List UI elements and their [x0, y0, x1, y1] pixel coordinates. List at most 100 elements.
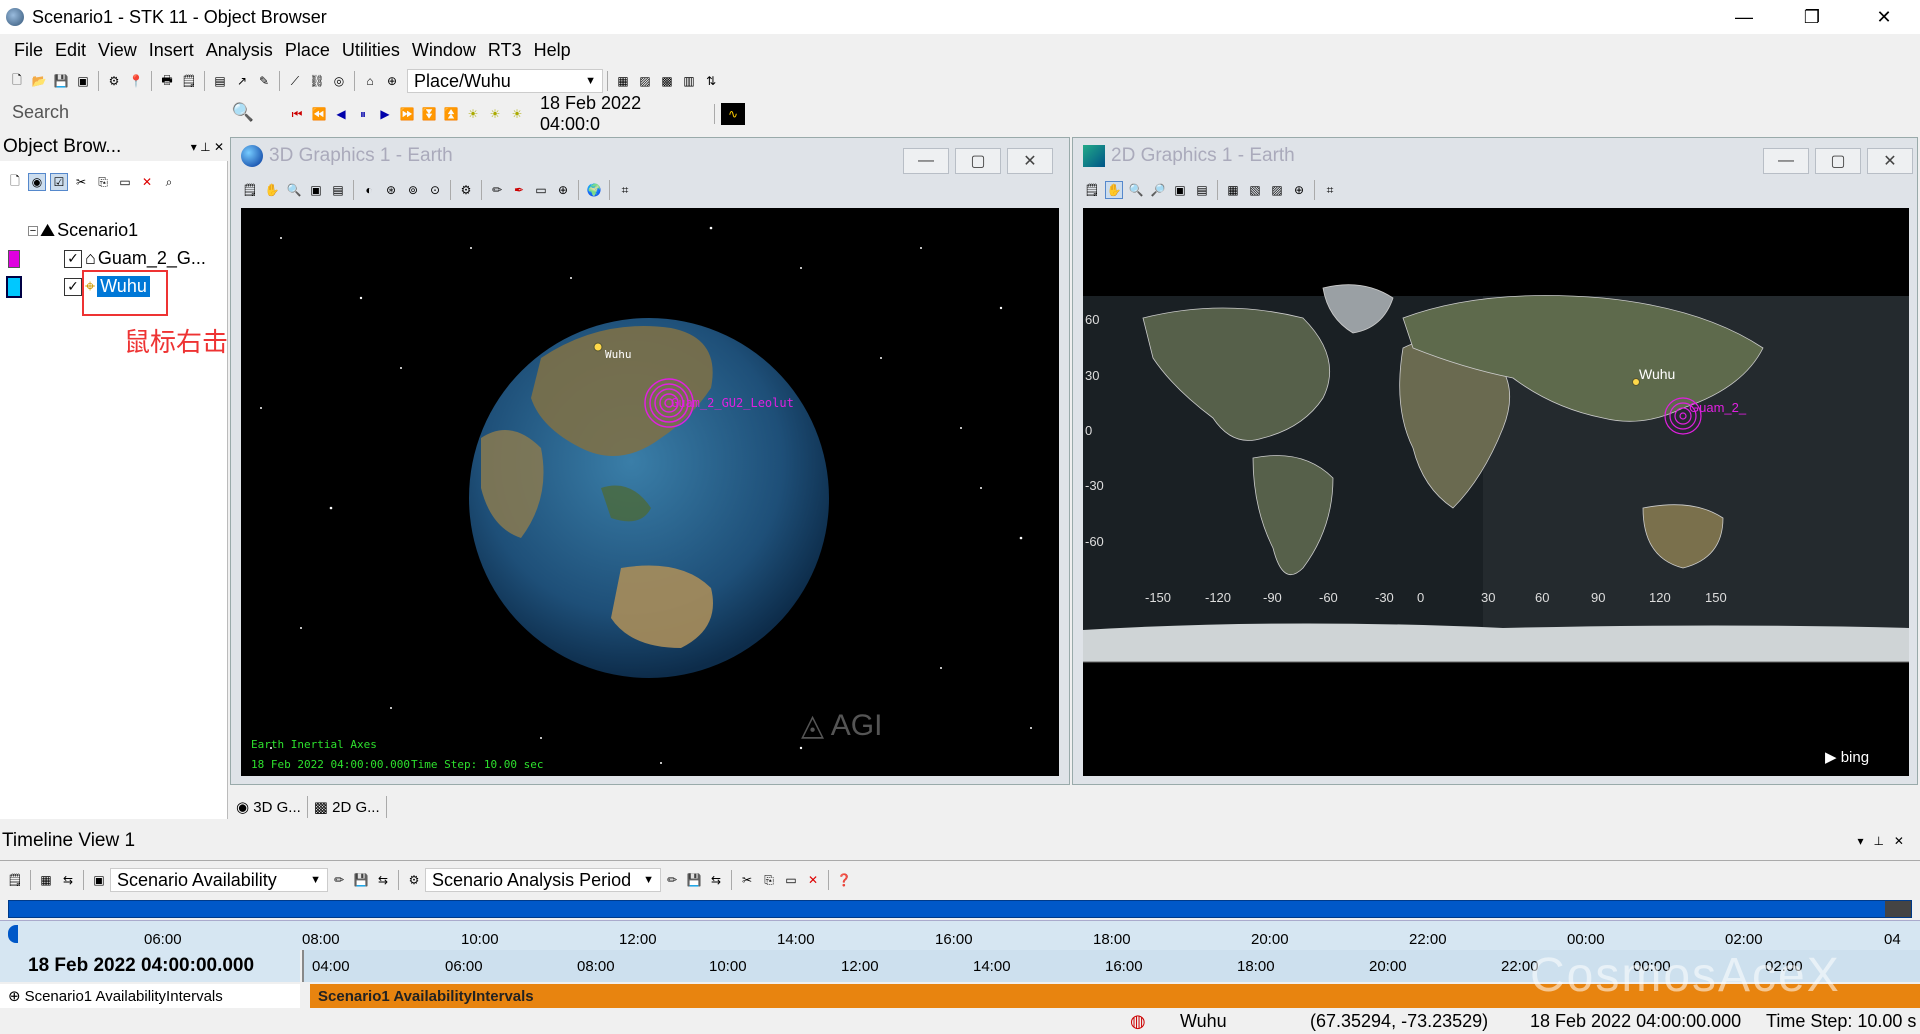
new-scenario-icon[interactable]: 🗋	[8, 72, 26, 90]
pin-pane-icon[interactable]: ▾ ⊥ ✕	[191, 140, 224, 154]
pen-icon[interactable]: ✒	[510, 181, 528, 199]
chart-tool-icon[interactable]: ∿	[721, 103, 745, 125]
record-icon[interactable]: ▤	[329, 181, 347, 199]
open-icon[interactable]: 📂	[30, 72, 48, 90]
timeline-properties-icon[interactable]: 🗒	[6, 871, 24, 889]
timeline-layout-icon[interactable]: ▦	[37, 871, 55, 889]
graphics-3d-close-button[interactable]: ✕	[1007, 148, 1053, 174]
menu-window[interactable]: Window	[412, 40, 476, 61]
properties-2d-icon[interactable]: 🗒	[1083, 181, 1101, 199]
tree-item-guam[interactable]: ✓ ⌂ Guam_2_G...	[64, 248, 206, 269]
graphics-3d-maximize-button[interactable]: ▢	[955, 148, 1001, 174]
camera-icon[interactable]: ⌗	[616, 181, 634, 199]
tab-3d-graphics[interactable]: ◉ 3D G...	[230, 796, 308, 818]
facility-icon[interactable]: ⊕	[383, 72, 401, 90]
timeline-delete-icon[interactable]: ✕	[804, 871, 822, 889]
pause-icon[interactable]: ⏸	[354, 105, 372, 123]
animation-settings-icon[interactable]: ▥	[680, 72, 698, 90]
sort-icon[interactable]: ⇅	[702, 72, 720, 90]
camera-2d-icon[interactable]: ⌗	[1321, 181, 1339, 199]
analysis-period-icon[interactable]: ⚙	[405, 871, 423, 889]
timeline-row-label[interactable]: ⊕ Scenario1 AvailabilityIntervals	[0, 984, 300, 1008]
timeline-paste-icon[interactable]: ▭	[782, 871, 800, 889]
notes-icon[interactable]: 🗒	[180, 72, 198, 90]
maximize-button[interactable]: ❐	[1784, 0, 1840, 34]
pan-icon[interactable]: ✋	[263, 181, 281, 199]
delete-icon[interactable]: ✕	[138, 173, 156, 191]
graphics-2d-viewport[interactable]: 60 30 0 -30 -60 -150 -120 -90 -60 -30 0 …	[1083, 208, 1909, 776]
graphics-2d-maximize-button[interactable]: ▢	[1815, 148, 1861, 174]
graphics-2d-close-button[interactable]: ✕	[1867, 148, 1913, 174]
object-selector-combo[interactable]: Place/Wuhu ▼	[407, 69, 603, 93]
chain-icon[interactable]: ⛓	[308, 72, 326, 90]
timeline-refresh-icon[interactable]: ⇆	[59, 871, 77, 889]
step-back-icon[interactable]: ⏪	[310, 105, 328, 123]
ruler-icon[interactable]: ▭	[532, 181, 550, 199]
coverage-icon[interactable]: ◎	[330, 72, 348, 90]
increase-step-icon[interactable]: ⏫	[442, 105, 460, 123]
collapse-icon[interactable]: −	[28, 225, 38, 237]
map-details-icon[interactable]: ▨	[1268, 181, 1286, 199]
save-icon[interactable]: 💾	[52, 72, 70, 90]
clock-icon[interactable]: ☀	[508, 105, 526, 123]
paste-icon[interactable]: ▭	[116, 173, 134, 191]
reset-icon[interactable]: ⏮	[288, 105, 306, 123]
save-period-icon[interactable]: 💾	[685, 871, 703, 889]
graphics-3d-minimize-button[interactable]: —	[903, 148, 949, 174]
edit-availability-icon[interactable]: ✏	[330, 871, 348, 889]
report-manager-icon[interactable]: ▨	[636, 72, 654, 90]
measure-icon[interactable]: ⚙	[457, 181, 475, 199]
menu-insert[interactable]: Insert	[149, 40, 194, 61]
menu-edit[interactable]: Edit	[55, 40, 86, 61]
aim-icon[interactable]: ⊙	[426, 181, 444, 199]
swap-availability-icon[interactable]: ⇆	[374, 871, 392, 889]
orbit-icon[interactable]: ⊛	[382, 181, 400, 199]
graph-icon[interactable]: ↗	[233, 72, 251, 90]
wuhu-marker[interactable]	[593, 342, 603, 352]
wuhu-checkbox[interactable]: ✓	[64, 277, 82, 296]
search-input[interactable]: Search 🔍	[6, 100, 260, 124]
graphics-2d-minimize-button[interactable]: —	[1763, 148, 1809, 174]
search-icon[interactable]: 🔍	[232, 102, 254, 123]
tools-icon[interactable]: ✎	[255, 72, 273, 90]
pan-2d-icon[interactable]: ✋	[1105, 181, 1123, 199]
play-back-icon[interactable]: ◀	[332, 105, 350, 123]
analysis-period-combo[interactable]: Scenario Analysis Period ▼	[425, 868, 661, 892]
find-icon[interactable]: ⌕	[160, 173, 178, 191]
copy-icon[interactable]: ⎘	[94, 173, 112, 191]
guam-checkbox[interactable]: ✓	[64, 249, 82, 268]
sensor-icon[interactable]: ⊚	[404, 181, 422, 199]
row-expand-icon[interactable]: ⊕	[8, 987, 21, 1005]
timeline-slider-track[interactable]	[8, 900, 1912, 918]
timeline-cut-icon[interactable]: ✂	[738, 871, 756, 889]
menu-place[interactable]: Place	[285, 40, 330, 61]
snapshot-icon[interactable]: ▣	[307, 181, 325, 199]
scenario-time-icon[interactable]: ▦	[614, 72, 632, 90]
realtime-icon[interactable]: ☀	[464, 105, 482, 123]
help-icon[interactable]: ❓	[835, 871, 853, 889]
tree-item-scenario1[interactable]: − ⛰ Scenario1	[28, 220, 138, 241]
current-time-field[interactable]: 18 Feb 2022 04:00:0	[534, 93, 710, 134]
view-from-icon[interactable]: ◐	[360, 181, 378, 199]
availability-icon[interactable]: ▣	[90, 871, 108, 889]
swap-period-icon[interactable]: ⇆	[707, 871, 725, 889]
earth-view-icon[interactable]: 🌍	[585, 181, 603, 199]
cut-icon[interactable]: ✂	[72, 173, 90, 191]
menu-help[interactable]: Help	[534, 40, 571, 61]
minimize-button[interactable]: —	[1716, 0, 1772, 34]
save-as-icon[interactable]: ▣	[74, 72, 92, 90]
menu-utilities[interactable]: Utilities	[342, 40, 400, 61]
checked-filter-icon[interactable]: ☑	[50, 173, 68, 191]
zoom-out-icon[interactable]: 🔎	[1149, 181, 1167, 199]
view-filter-icon[interactable]: ◉	[28, 173, 46, 191]
graphics-3d-viewport[interactable]: Wuhu Guam_2_GU2_Leolut Earth Inertial Ax…	[241, 208, 1059, 776]
report-icon[interactable]: ▤	[211, 72, 229, 90]
access-icon[interactable]: ⟋	[286, 72, 304, 90]
availability-combo[interactable]: Scenario Availability ▼	[110, 868, 328, 892]
record-2d-icon[interactable]: ▤	[1193, 181, 1211, 199]
snapshot-2d-icon[interactable]: ▣	[1171, 181, 1189, 199]
print-icon[interactable]: 🖶	[158, 72, 176, 90]
projection-icon[interactable]: ▧	[1246, 181, 1264, 199]
play-icon[interactable]: ▶	[376, 105, 394, 123]
properties-3d-icon[interactable]: 🗒	[241, 181, 259, 199]
